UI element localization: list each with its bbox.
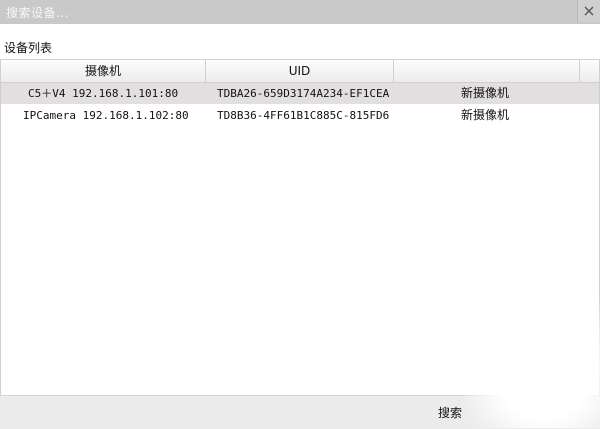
uid-cell: TDBA26-659D3174A234-EF1CEA xyxy=(217,87,390,100)
table-row[interactable]: IPCamera 192.168.1.102:80 TD8B36-4FF61B1… xyxy=(1,105,599,126)
camera-name-cell: 新摄像机 xyxy=(461,108,510,122)
window-title: 搜索设备... xyxy=(6,6,69,20)
footer-bar: 搜索 xyxy=(0,395,600,429)
device-list[interactable]: 摄像机 UID C5＋V4 192.168.1.101:80 TDBA26-65… xyxy=(0,59,600,396)
search-button[interactable]: 搜索 xyxy=(432,402,512,424)
column-header-name[interactable] xyxy=(394,60,580,82)
table-row[interactable]: C5＋V4 192.168.1.101:80 TDBA26-659D3174A2… xyxy=(1,83,599,104)
column-header-uid[interactable]: UID xyxy=(206,60,394,82)
device-list-label: 设备列表 xyxy=(4,41,53,55)
camera-name-cell: 新摄像机 xyxy=(461,86,510,100)
camera-address-cell: C5＋V4 192.168.1.101:80 xyxy=(28,87,179,100)
uid-cell: TD8B36-4FF61B1C885C-815FD6 xyxy=(217,109,390,122)
title-bar: 搜索设备... xyxy=(0,0,600,24)
table-header: 摄像机 UID xyxy=(1,60,599,83)
close-icon xyxy=(584,6,594,16)
close-button[interactable] xyxy=(577,0,600,22)
camera-address-cell: IPCamera 192.168.1.102:80 xyxy=(23,109,189,122)
column-header-camera[interactable]: 摄像机 xyxy=(1,60,206,82)
